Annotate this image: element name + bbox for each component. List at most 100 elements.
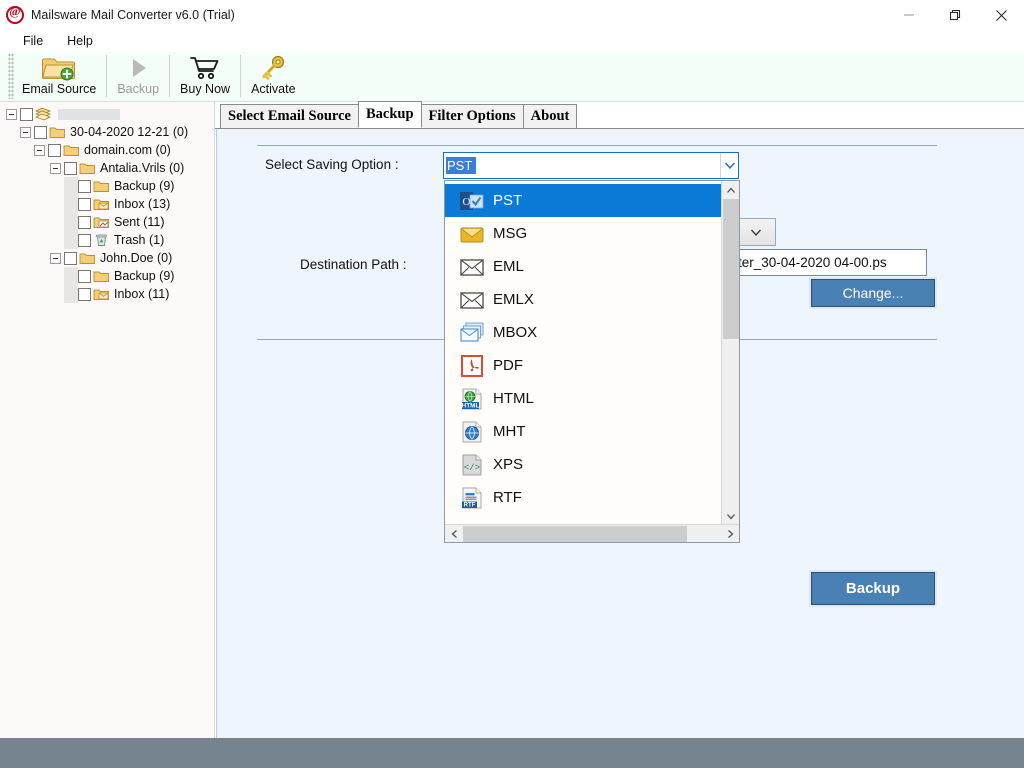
dropdown-item-mbox[interactable]: MBOX — [445, 316, 722, 349]
close-button[interactable] — [978, 0, 1024, 30]
chevron-up-icon[interactable] — [722, 181, 740, 199]
tree-checkbox[interactable] — [20, 107, 33, 121]
tree-node-inbox-2[interactable]: Inbox (11) — [0, 285, 214, 303]
svg-text:</>: </> — [464, 463, 480, 473]
toolbar-separator — [169, 55, 171, 97]
tree-node-trash[interactable]: Trash (1) — [0, 231, 214, 249]
outlook-pst-icon: O — [457, 188, 487, 214]
play-triangle-icon — [125, 54, 151, 81]
tree-checkbox[interactable] — [78, 287, 91, 301]
tree-checkbox[interactable] — [78, 215, 91, 229]
backup-button[interactable]: Backup — [811, 572, 935, 605]
toolbar-separator — [106, 55, 108, 97]
email-source-tree[interactable]: 30-04-2020 12-21 (0) domain.com (0) Anta… — [0, 102, 215, 738]
tab-filter-options[interactable]: Filter Options — [420, 104, 524, 128]
dropdown-hscroll-thumb[interactable] — [463, 526, 687, 542]
chevron-left-icon[interactable] — [445, 525, 463, 543]
tree-node-backup-1[interactable]: Backup (9) — [0, 177, 214, 195]
tree-checkbox[interactable] — [48, 143, 61, 157]
menu-item-help[interactable]: Help — [57, 32, 103, 50]
chevron-down-icon[interactable] — [722, 507, 740, 525]
tree-checkbox[interactable] — [78, 233, 91, 247]
folder-icon — [93, 269, 110, 283]
expander-minus-icon[interactable] — [6, 108, 17, 120]
tree-node-backup-2[interactable]: Backup (9) — [0, 267, 214, 285]
tree-label: 30-04-2020 12-21 (0) — [70, 125, 189, 139]
dropdown-label: PDF — [493, 357, 523, 374]
tree-checkbox[interactable] — [64, 251, 77, 265]
svg-text:RTF: RTF — [464, 502, 476, 508]
expander-minus-icon[interactable] — [34, 144, 45, 156]
tree-node-antalia-vrils[interactable]: Antalia.Vrils (0) — [0, 159, 214, 177]
dropdown-label: EMLX — [493, 291, 534, 308]
minimize-button[interactable] — [886, 0, 932, 30]
panel-divider-top — [257, 145, 937, 146]
tree-checkbox[interactable] — [34, 125, 47, 139]
menu-item-file[interactable]: File — [13, 32, 53, 50]
status-bar — [0, 738, 1024, 768]
change-button[interactable]: Change... — [811, 279, 935, 307]
envelope-outline-icon — [457, 287, 487, 313]
toolbar: Email Source Backup Buy Now Activate — [0, 52, 1024, 102]
tab-backup[interactable]: Backup — [357, 101, 422, 128]
dropdown-horizontal-scrollbar[interactable] — [445, 524, 739, 542]
saving-option-list[interactable]: O PST MSG EML EMLX MBOX PDF HTML HTML MH… — [445, 181, 722, 525]
tree-label: Inbox (13) — [114, 197, 171, 211]
title-bar: Mailsware Mail Converter v6.0 (Trial) — [0, 0, 1024, 30]
mail-stack-icon — [35, 107, 52, 121]
toolbar-button-activate[interactable]: Activate — [243, 52, 303, 100]
expander-minus-icon[interactable] — [20, 126, 31, 138]
tab-about[interactable]: About — [522, 104, 578, 128]
dropdown-item-pst[interactable]: O PST — [445, 184, 722, 217]
secondary-combobox[interactable] — [736, 218, 776, 246]
tree-label: domain.com (0) — [84, 143, 171, 157]
dropdown-item-msg[interactable]: MSG — [445, 217, 722, 250]
tree-node-john-doe[interactable]: John.Doe (0) — [0, 249, 214, 267]
dropdown-item-xps[interactable]: </> XPS — [445, 448, 722, 481]
dropdown-item-eml[interactable]: EML — [445, 250, 722, 283]
tree-node-domain-com[interactable]: domain.com (0) — [0, 141, 214, 159]
tree-label: Inbox (11) — [114, 287, 170, 301]
saving-option-combobox[interactable]: PST — [443, 152, 739, 179]
dropdown-label: MSG — [493, 225, 528, 242]
tree-checkbox[interactable] — [78, 269, 91, 283]
yellow-envelope-icon — [457, 221, 487, 247]
destination-path-input[interactable]: ter_30-04-2020 04-00.ps — [733, 249, 927, 276]
tree-checkbox[interactable] — [78, 197, 91, 211]
window-title: Mailsware Mail Converter v6.0 (Trial) — [31, 8, 235, 22]
toolbar-button-email-source[interactable]: Email Source — [14, 52, 104, 100]
tree-label: Trash (1) — [114, 233, 165, 247]
expander-minus-icon[interactable] — [50, 252, 61, 264]
tree-checkbox[interactable] — [78, 179, 91, 193]
tree-node-sent[interactable]: Sent (11) — [0, 213, 214, 231]
toolbar-label-email-source: Email Source — [22, 82, 97, 96]
dropdown-item-pdf[interactable]: PDF — [445, 349, 722, 382]
toolbar-button-backup[interactable]: Backup — [109, 52, 167, 100]
tree-connector — [64, 213, 78, 231]
tree-connector — [64, 195, 78, 213]
shopping-cart-icon — [190, 54, 220, 81]
chevron-right-icon[interactable] — [721, 525, 739, 543]
folder-mail-icon — [93, 197, 110, 211]
dropdown-item-rtf[interactable]: RTF RTF — [445, 481, 722, 514]
tree-node-root[interactable] — [0, 105, 214, 123]
dropdown-vertical-scrollbar[interactable] — [721, 181, 739, 525]
tree-label: Backup (9) — [114, 269, 175, 283]
maximize-button[interactable] — [932, 0, 978, 30]
toolbar-button-buy-now[interactable]: Buy Now — [172, 52, 238, 100]
pdf-icon — [457, 353, 487, 379]
toolbar-label-activate: Activate — [251, 82, 296, 96]
dropdown-item-mht[interactable]: MHT — [445, 415, 722, 448]
tree-label: Sent (11) — [114, 215, 165, 229]
tree-node-30-04-2020-12-21[interactable]: 30-04-2020 12-21 (0) — [0, 123, 214, 141]
dropdown-item-emlx[interactable]: EMLX — [445, 283, 722, 316]
rtf-file-icon: RTF — [457, 485, 487, 511]
saving-option-dropdown[interactable]: O PST MSG EML EMLX MBOX PDF HTML HTML MH… — [444, 180, 740, 543]
tab-select-email-source[interactable]: Select Email Source — [220, 104, 359, 128]
dropdown-item-html[interactable]: HTML HTML — [445, 382, 722, 415]
expander-minus-icon[interactable] — [50, 162, 61, 174]
tree-node-inbox-1[interactable]: Inbox (13) — [0, 195, 214, 213]
tree-checkbox[interactable] — [64, 161, 77, 175]
dropdown-scroll-thumb[interactable] — [723, 199, 739, 339]
chevron-down-icon[interactable] — [720, 153, 738, 178]
